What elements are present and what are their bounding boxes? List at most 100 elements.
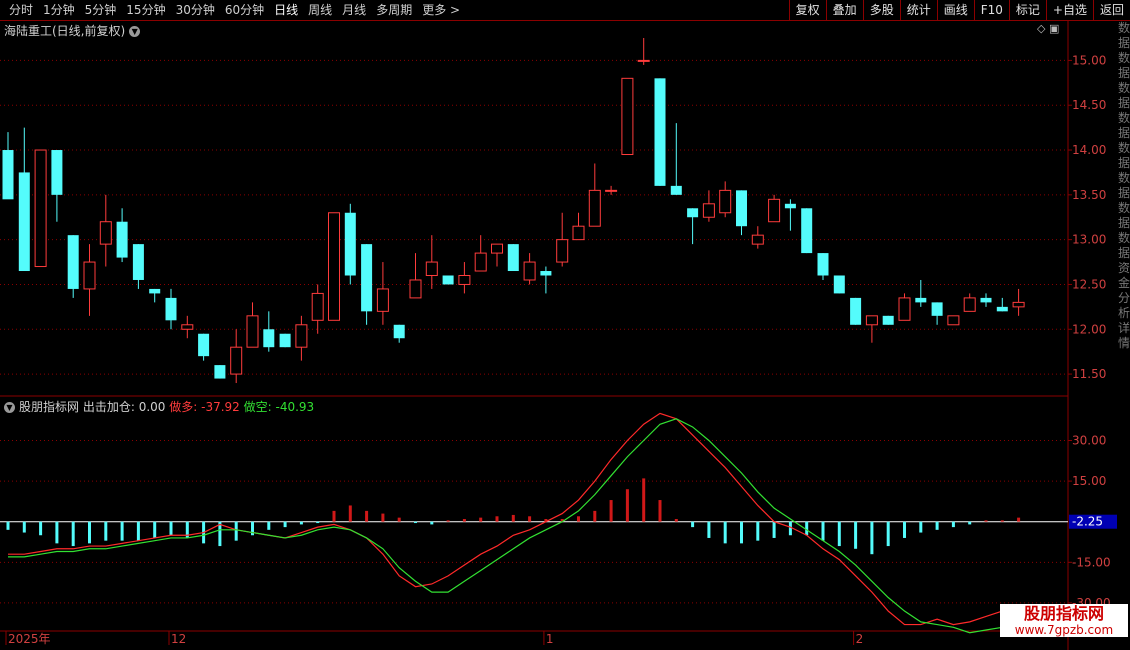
candle-body <box>523 261 536 281</box>
macd-bar <box>397 517 401 522</box>
macd-bar <box>740 521 743 544</box>
macd-bar <box>691 521 695 528</box>
macd-bar <box>381 513 385 522</box>
macd-bar <box>6 521 10 530</box>
watermark-line1: 股朋指标网 <box>1023 604 1104 623</box>
candle-body <box>915 297 927 303</box>
candle-body <box>263 329 275 348</box>
candle-body <box>491 243 503 254</box>
macd-bar <box>593 510 597 522</box>
candle-body <box>181 324 194 330</box>
candle-body <box>719 189 732 214</box>
candle-body <box>605 189 618 192</box>
candle-body <box>361 244 373 312</box>
macd-bar <box>462 519 466 522</box>
candle-body <box>311 292 324 321</box>
current-value-label: -2.25 <box>1072 515 1103 529</box>
candle-body <box>540 271 552 276</box>
macd-bar <box>365 510 369 522</box>
candle-body <box>980 297 992 303</box>
macd-bar <box>332 510 336 522</box>
macd-bar <box>837 521 841 547</box>
macd-bar <box>723 521 727 544</box>
macd-bar <box>1017 517 1021 522</box>
macd-bar <box>39 521 43 536</box>
macd-bar <box>707 521 711 538</box>
macd-bar <box>153 521 157 538</box>
candle-body <box>556 239 569 263</box>
candle-body <box>2 150 14 200</box>
macd-bar <box>136 521 140 541</box>
main-y-label: 13.00 <box>1072 233 1106 247</box>
candle-body <box>99 221 112 245</box>
macd-bar <box>348 505 352 522</box>
candle-body <box>931 302 943 316</box>
macd-bar <box>609 500 613 522</box>
candle-body <box>947 315 960 326</box>
candle-body <box>295 324 308 348</box>
macd-bar <box>903 521 906 538</box>
candle-body <box>670 185 682 195</box>
main-y-label: 14.50 <box>1072 98 1106 112</box>
macd-bar <box>577 516 580 522</box>
candle-body <box>637 59 650 62</box>
macd-bar <box>919 521 923 533</box>
macd-bar <box>169 521 173 536</box>
macd-bar <box>234 521 238 541</box>
main-y-label: 12.50 <box>1072 277 1106 291</box>
macd-bar <box>984 520 988 522</box>
macd-bar <box>625 489 629 522</box>
chart-canvas: 15.00 14.50 14.00 13.50 13.00 12.50 12.00 11.50… <box>0 21 1117 650</box>
macd-bar <box>658 500 662 522</box>
macd-bar <box>886 521 890 547</box>
candle-body <box>246 315 259 348</box>
macd-bar <box>821 521 825 541</box>
candle-body <box>328 212 340 321</box>
macd-bar <box>479 517 483 522</box>
macd-bar <box>414 521 417 524</box>
candle-body <box>442 275 454 285</box>
candle-body <box>850 297 862 325</box>
candle-body <box>654 78 666 186</box>
candle-body <box>51 150 63 195</box>
sub-y-label: 15.00 <box>1072 474 1106 488</box>
candle-body <box>817 253 829 276</box>
candle-body <box>882 315 894 325</box>
candle-body <box>801 208 813 254</box>
candle-body <box>833 275 845 294</box>
candle-body <box>67 235 79 289</box>
x-axis-label: 12 <box>171 632 186 646</box>
macd-bar <box>495 516 499 522</box>
candle-body <box>344 212 356 276</box>
candle-body <box>376 288 389 312</box>
candle-body <box>751 234 764 245</box>
candle-body <box>702 203 715 218</box>
macd-bar <box>756 521 760 541</box>
candle-body <box>736 190 747 227</box>
macd-bar <box>22 521 26 533</box>
candle-body <box>588 189 601 227</box>
macd-bar <box>788 521 792 536</box>
macd-bar <box>870 521 874 555</box>
candle-body <box>507 244 519 272</box>
candle-body <box>474 252 487 272</box>
candle-body <box>116 221 128 258</box>
candle-body <box>18 172 30 272</box>
x-axis-label: 2025年 <box>8 632 51 646</box>
candle-body <box>621 77 634 156</box>
candle-body <box>214 365 226 379</box>
macd-bar <box>299 521 303 525</box>
macd-bar <box>854 521 858 549</box>
x-axis-label: 2 <box>856 632 864 646</box>
candle-body <box>34 149 47 268</box>
macd-bar <box>283 521 287 528</box>
candle-body <box>279 333 291 348</box>
macd-bar <box>951 521 955 528</box>
sub-y-label: 30.00 <box>1072 433 1106 447</box>
candle-body <box>572 225 585 241</box>
candle-body <box>768 198 781 223</box>
candle-body <box>165 297 177 321</box>
candle-body <box>149 288 161 294</box>
candle-body <box>425 261 438 276</box>
watermark: 股朋指标网 www.7gpzb.com <box>1000 604 1128 637</box>
